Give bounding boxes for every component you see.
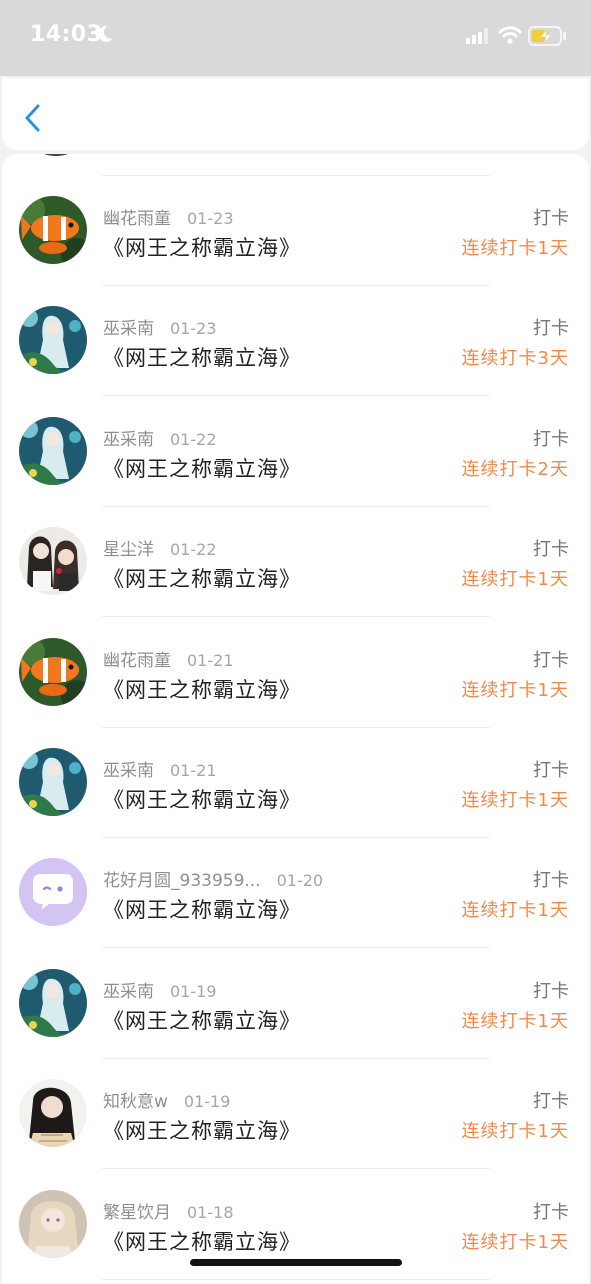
username[interactable]: 花好月圆_933959... <box>103 871 261 891</box>
username[interactable]: 巫采南 <box>103 430 154 450</box>
date: 01-22 <box>170 540 217 560</box>
book-title[interactable]: 《网王之称霸立海》 <box>103 232 301 262</box>
date: 01-19 <box>183 1092 231 1112</box>
book-title[interactable]: 《网王之称霸立海》 <box>103 453 301 483</box>
date: 01-19 <box>170 981 217 1001</box>
checkin-type: 打卡 <box>533 1201 569 1223</box>
list-item[interactable]: 知秋意w 01-19 《网王之称霸立海》 打卡连续打卡1天 <box>2 1037 589 1170</box>
username[interactable]: 巫采南 <box>103 319 154 339</box>
avatar[interactable] <box>19 637 87 706</box>
avatar[interactable] <box>19 968 87 1037</box>
nav-bar <box>2 78 589 150</box>
book-title[interactable]: 《网王之称霸立海》 <box>103 894 301 924</box>
checkin-type: 打卡 <box>533 870 569 892</box>
streak-label: 连续打卡1天 <box>461 1231 569 1253</box>
battery-icon <box>528 25 568 51</box>
back-button[interactable] <box>18 100 48 136</box>
streak-label: 连续打卡1天 <box>461 790 569 811</box>
list-item[interactable]: 巫采南 01-23 《网王之称霸立海》 打卡连续打卡3天 <box>2 264 589 397</box>
item-meta: 幽花雨童 01-21 <box>103 646 234 671</box>
avatar[interactable] <box>19 416 87 485</box>
streak-label: 连续打卡1天 <box>461 1121 569 1143</box>
date: 01-23 <box>187 209 234 228</box>
username[interactable]: 幽花雨童 <box>103 209 171 229</box>
checkin-type: 打卡 <box>533 980 569 1002</box>
avatar[interactable] <box>19 748 87 816</box>
checkin-type: 打卡 <box>533 318 569 340</box>
streak-label: 连续打卡1天 <box>461 679 569 701</box>
chevron-left-icon <box>25 104 40 132</box>
checkin-type: 打卡 <box>533 208 569 229</box>
username[interactable]: 巫采南 <box>103 761 154 781</box>
list-item[interactable]: 繁星饮月 01-18 《网王之称霸立海》 打卡连续打卡1天 <box>2 1148 589 1280</box>
list-item[interactable]: 巫采南 01-21 《网王之称霸立海》 打卡连续打卡1天 <box>2 706 589 838</box>
item-meta: 巫采南 01-19 <box>103 977 217 1002</box>
list-item[interactable]: 巫采南 01-19 《网王之称霸立海》 打卡连续打卡1天 <box>2 927 589 1059</box>
username[interactable]: 幽花雨童 <box>103 651 171 671</box>
book-title[interactable]: 《网王之称霸立海》 <box>103 674 301 704</box>
avatar[interactable] <box>19 196 87 264</box>
streak-label: 连续打卡1天 <box>461 238 569 259</box>
status-bar: 14:03 <box>0 0 591 76</box>
item-meta: 巫采南 01-21 <box>103 756 217 781</box>
checkin-list: 幽花雨童 01-23 《网王之称霸立海》 打卡 连续打卡1天 巫采南 01-23 《网王之称霸… <box>2 154 589 1284</box>
date: 01-21 <box>170 761 217 780</box>
date: 01-20 <box>276 871 324 891</box>
item-meta: 巫采南 01-22 <box>103 425 217 450</box>
list-item[interactable]: 幽花雨童 01-21 《网王之称霸立海》 打卡连续打卡1天 <box>2 596 589 728</box>
moon-icon <box>95 24 115 48</box>
item-meta: 花好月圆_933959... 01-20 <box>103 866 323 891</box>
home-indicator[interactable] <box>190 1259 402 1266</box>
book-title[interactable]: 《网王之称霸立海》 <box>103 1115 301 1145</box>
avatar[interactable] <box>19 1079 87 1148</box>
checkin-type: 打卡 <box>533 760 569 781</box>
avatar[interactable] <box>19 858 87 927</box>
username[interactable]: 巫采南 <box>103 982 154 1002</box>
book-title[interactable]: 《网王之称霸立海》 <box>103 1005 301 1035</box>
streak-label: 连续打卡1天 <box>461 900 569 922</box>
streak-label: 连续打卡1天 <box>461 569 569 591</box>
username[interactable]: 知秋意w <box>103 1092 168 1112</box>
item-meta: 幽花雨童 01-23 <box>103 204 234 229</box>
book-title[interactable]: 《网王之称霸立海》 <box>103 563 301 593</box>
date: 01-22 <box>170 429 217 449</box>
book-title[interactable]: 《网王之称霸立海》 <box>103 784 301 814</box>
date: 01-21 <box>187 650 234 670</box>
streak-label: 连续打卡1天 <box>461 1010 569 1032</box>
checkin-type: 打卡 <box>533 539 569 561</box>
date: 01-18 <box>187 1202 234 1222</box>
status-time: 14:03 <box>30 22 103 47</box>
wifi-icon <box>498 25 522 49</box>
checkin-type: 打卡 <box>533 428 569 450</box>
signal-icon <box>466 28 490 48</box>
book-title[interactable]: 《网王之称霸立海》 <box>103 342 301 372</box>
streak-label: 连续打卡2天 <box>461 458 569 480</box>
avatar[interactable] <box>19 527 87 596</box>
username[interactable]: 繁星饮月 <box>103 1203 171 1223</box>
checkin-type: 打卡 <box>533 649 569 671</box>
avatar[interactable] <box>19 1189 87 1258</box>
book-title[interactable]: 《网王之称霸立海》 <box>103 1226 301 1256</box>
username[interactable]: 星尘洋 <box>103 540 154 560</box>
item-meta: 星尘洋 01-22 <box>103 535 217 560</box>
divider <box>102 1278 490 1280</box>
streak-label: 连续打卡3天 <box>461 348 569 370</box>
checkin-type: 打卡 <box>533 1091 569 1113</box>
list-item[interactable]: 幽花雨童 01-23 《网王之称霸立海》 打卡连续打卡1天 <box>2 154 589 286</box>
date: 01-23 <box>170 319 217 339</box>
list-item[interactable]: 星尘洋 01-22 《网王之称霸立海》 打卡连续打卡1天 <box>2 485 589 618</box>
list-item[interactable]: 花好月圆_933959... 01-20 《网王之称霸立海》 打卡连续打卡1天 <box>2 816 589 949</box>
list-item[interactable]: 巫采南 01-22 《网王之称霸立海》 打卡连续打卡2天 <box>2 375 589 507</box>
item-meta: 知秋意w 01-19 <box>103 1087 230 1112</box>
item-meta: 巫采南 01-23 <box>103 314 217 339</box>
item-meta: 繁星饮月 01-18 <box>103 1198 234 1223</box>
avatar[interactable] <box>19 306 87 375</box>
